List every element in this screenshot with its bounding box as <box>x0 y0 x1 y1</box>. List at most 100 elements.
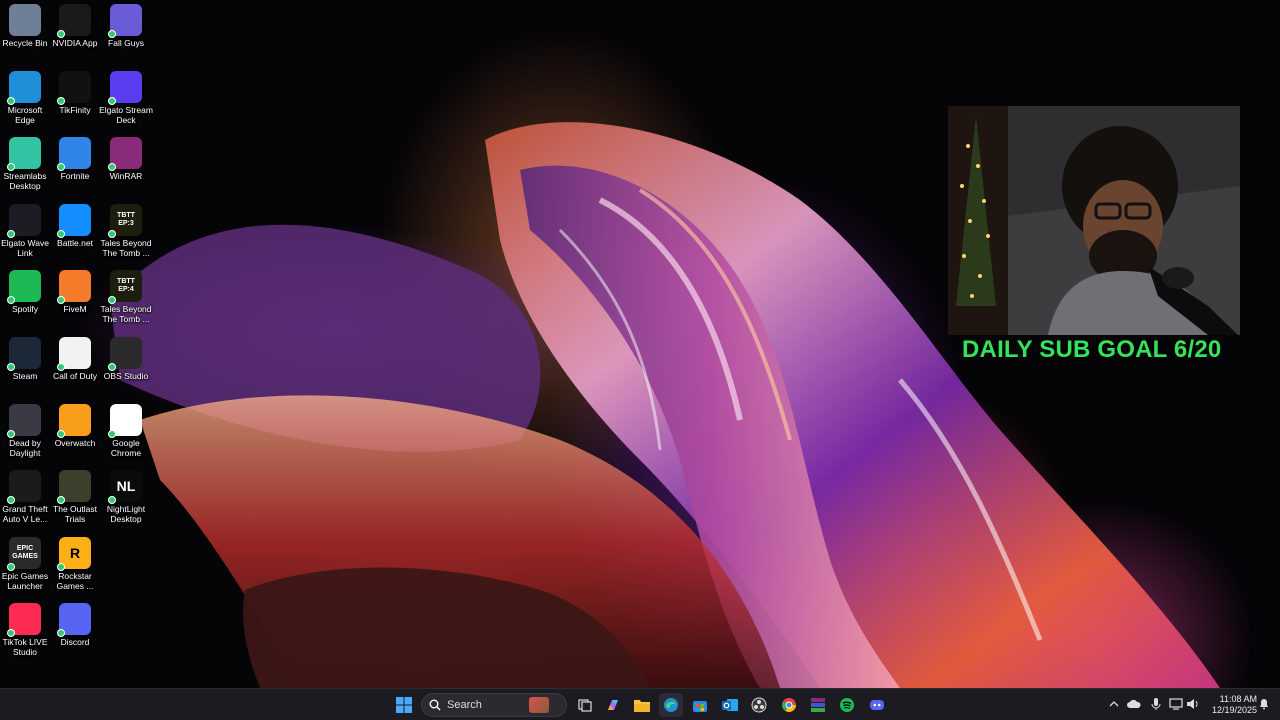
document-icon <box>57 337 91 371</box>
desktop-shortcut-fivem[interactable]: FiveM <box>50 266 100 330</box>
desktop-shortcut-spotify[interactable]: Spotify <box>0 266 50 330</box>
desktop-shortcut-label: Google Chrome <box>110 438 142 458</box>
desktop-shortcut-discord[interactable]: Discord <box>50 599 100 663</box>
desktop-shortcut-stream-deck[interactable]: Elgato Stream Deck <box>99 67 153 131</box>
sync-status-badge <box>57 363 65 371</box>
sync-status-badge <box>57 30 65 38</box>
desktop-shortcut-recycle-bin[interactable]: Recycle Bin <box>0 0 50 64</box>
sync-status-badge <box>108 430 116 438</box>
sync-status-badge <box>108 30 116 38</box>
desktop-shortcut-overwatch[interactable]: Overwatch <box>50 400 100 464</box>
desktop-shortcut-label: Battle.net <box>57 238 93 248</box>
desktop-shortcut-epic-games[interactable]: EPIC GAMES Epic Games Launcher <box>0 533 50 597</box>
desktop-shortcut-document[interactable]: Call of Duty <box>50 333 100 397</box>
outlook-icon <box>722 699 738 711</box>
fortnite-icon <box>57 137 91 171</box>
start-button[interactable] <box>392 693 416 717</box>
desktop-shortcut-nightlight[interactable]: NL NightLight Desktop <box>101 466 151 530</box>
sync-status-badge <box>108 97 116 105</box>
copilot-button[interactable] <box>601 693 625 717</box>
sub-goal-text: DAILY SUB GOAL 6/20 <box>962 336 1222 363</box>
sync-status-badge <box>57 496 65 504</box>
desktop-shortcut-chrome[interactable]: Google Chrome <box>101 400 151 464</box>
dead-by-daylight-icon <box>7 404 41 438</box>
sync-status-badge <box>7 163 15 171</box>
microphone-icon[interactable] <box>1149 697 1163 711</box>
desktop-shortcut-fortnite[interactable]: Fortnite <box>50 133 100 197</box>
desktop-shortcut-label: OBS Studio <box>103 371 149 381</box>
task-view-button[interactable] <box>573 693 597 717</box>
tbtt-ep3-icon: TBTT EP:3 <box>108 204 142 238</box>
desktop-shortcut-dead-by-daylight[interactable]: Dead by Daylight <box>0 400 50 464</box>
winrar-taskbar-button[interactable] <box>806 693 830 717</box>
notification-bell-icon[interactable] <box>1257 697 1271 711</box>
desktop-shortcut-label: TikFinity <box>59 105 91 115</box>
sync-status-badge <box>57 296 65 304</box>
volume-icon[interactable] <box>1186 697 1200 711</box>
desktop-shortcut-tbtt-ep4[interactable]: TBTT EP:4 Tales Beyond The Tomb ... <box>100 266 152 330</box>
file-explorer-icon <box>634 700 650 712</box>
spotify-taskbar-button[interactable] <box>835 693 859 717</box>
sync-status-badge <box>57 430 65 438</box>
desktop-shortcut-label: Steam <box>12 371 38 381</box>
desktop-shortcut-label: Spotify <box>12 304 38 314</box>
chrome-taskbar-button[interactable] <box>777 693 801 717</box>
desktop-shortcut-steam[interactable]: Steam <box>0 333 50 397</box>
desktop-shortcut-streamlabs[interactable]: Streamlabs Desktop <box>0 133 50 197</box>
taskbar-clock[interactable]: 11:08 AM 12/19/2025 <box>1205 694 1257 716</box>
desktop-shortcut-label: Streamlabs Desktop <box>3 171 47 191</box>
desktop-shortcut-fall-guys[interactable]: Fall Guys <box>101 0 151 64</box>
desktop-shortcut-label: Microsoft Edge <box>7 105 43 125</box>
search-input[interactable] <box>447 699 527 711</box>
desktop-shortcut-label: Grand Theft Auto V Le... <box>2 504 48 524</box>
outlook-button[interactable] <box>718 693 742 717</box>
sync-status-badge <box>108 363 116 371</box>
copilot-icon <box>608 700 618 710</box>
desktop-shortcut-winrar[interactable]: WinRAR <box>101 133 151 197</box>
widgets-icon[interactable] <box>529 697 549 713</box>
sync-status-badge <box>108 496 116 504</box>
desktop-shortcut-tikfinity[interactable]: TikFinity <box>50 67 100 131</box>
desktop-shortcut-battlenet[interactable]: Battle.net <box>50 200 100 264</box>
discord-taskbar-button[interactable] <box>865 693 889 717</box>
gta-v-icon <box>7 470 41 504</box>
sync-status-badge <box>7 563 15 571</box>
desktop-shortcut-label: Fortnite <box>60 171 90 181</box>
chevron-up-icon[interactable] <box>1107 697 1121 711</box>
desktop-shortcut-label: Discord <box>60 637 90 647</box>
nvidia-icon <box>57 4 91 38</box>
epic-games-icon: EPIC GAMES <box>7 537 41 571</box>
desktop-shortcut-nvidia[interactable]: NVIDIA App <box>50 0 100 64</box>
desktop-shortcut-label: Fall Guys <box>108 38 144 48</box>
winrar-icon <box>108 137 142 171</box>
tiktok-live-icon <box>7 603 41 637</box>
fivem-icon <box>57 270 91 304</box>
sync-status-badge <box>7 629 15 637</box>
clock-time: 11:08 AM <box>1219 694 1257 704</box>
desktop-shortcut-outlast-trials[interactable]: The Outlast Trials <box>50 466 100 530</box>
taskbar-search-box[interactable] <box>421 693 567 717</box>
microsoft-store-button[interactable] <box>688 693 712 717</box>
webcam-overlay <box>948 106 1240 335</box>
desktop-shortcut-edge[interactable]: Microsoft Edge <box>0 67 50 131</box>
desktop-shortcut-tbtt-ep3[interactable]: TBTT EP:3 Tales Beyond The Tomb ... <box>100 200 152 264</box>
edge-icon <box>664 698 678 712</box>
desktop-shortcut-obs[interactable]: OBS Studio <box>101 333 151 397</box>
search-icon <box>429 699 441 711</box>
tikfinity-icon <box>57 71 91 105</box>
microsoft-store-icon <box>693 701 707 712</box>
network-icon[interactable] <box>1169 697 1183 711</box>
edge-taskbar-button[interactable] <box>659 693 683 717</box>
stream-deck-icon <box>108 71 142 105</box>
desktop-shortcut-tiktok-live[interactable]: TikTok LIVE Studio <box>0 599 50 663</box>
obs-icon <box>751 697 767 713</box>
file-explorer-button[interactable] <box>630 693 654 717</box>
steam-icon <box>7 337 41 371</box>
desktop-shortcut-label: Dead by Daylight <box>9 438 41 458</box>
desktop-shortcut-label: Elgato Wave Link <box>1 238 49 258</box>
desktop-shortcut-wave-link[interactable]: Elgato Wave Link <box>0 200 50 264</box>
onedrive-cloud-icon[interactable] <box>1127 697 1141 711</box>
obs-taskbar-button[interactable] <box>747 693 771 717</box>
desktop-shortcut-gta-v[interactable]: Grand Theft Auto V Le... <box>0 466 50 530</box>
desktop-shortcut-rockstar[interactable]: R Rockstar Games ... <box>50 533 100 597</box>
